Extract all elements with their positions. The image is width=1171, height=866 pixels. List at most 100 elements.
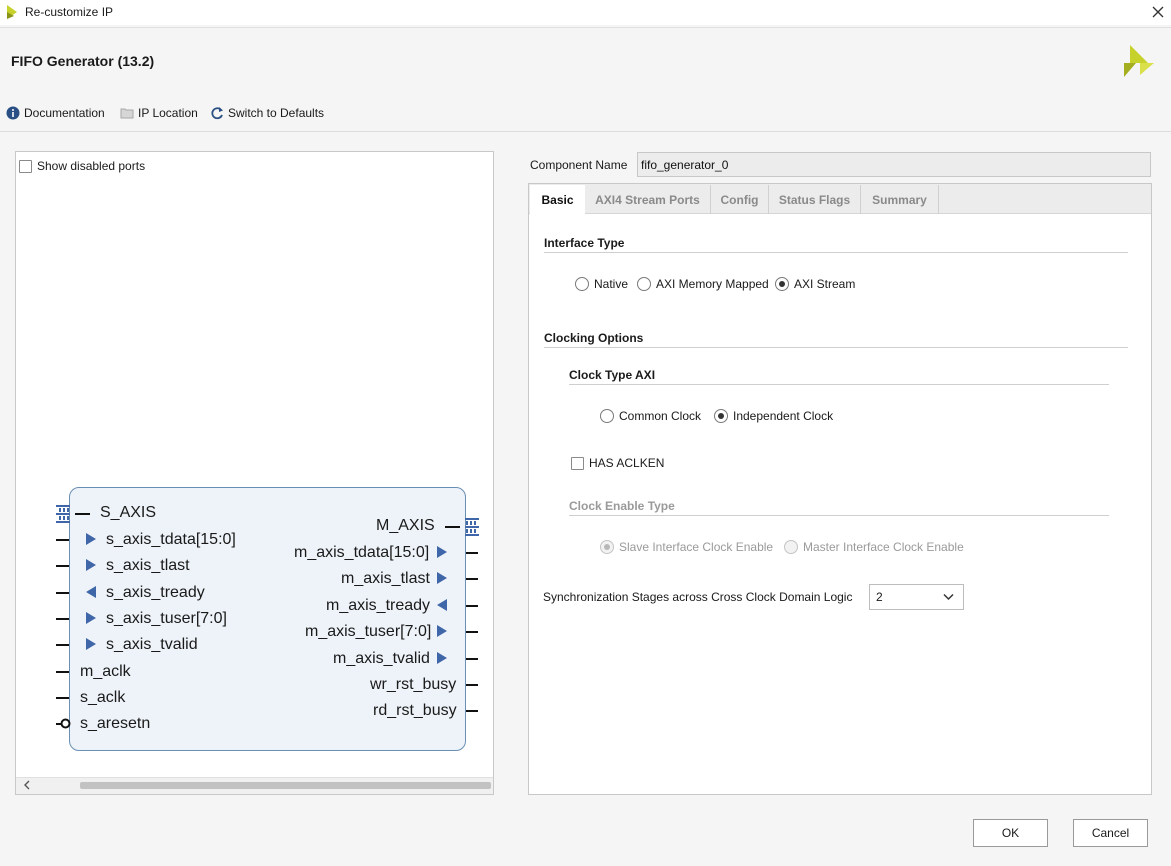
title-bar xyxy=(0,0,1171,25)
input-arrow-icon xyxy=(86,612,96,624)
output-arrow-icon xyxy=(86,586,96,598)
port-pin xyxy=(56,592,69,594)
port-m-axis-tlast: m_axis_tlast xyxy=(341,570,430,587)
port-m-aclk: m_aclk xyxy=(80,663,131,680)
sync-stages-label: Synchronization Stages across Cross Cloc… xyxy=(543,590,853,604)
port-wr-rst-busy: wr_rst_busy xyxy=(370,676,457,693)
port-s-aclk: s_aclk xyxy=(80,689,126,706)
output-arrow-icon xyxy=(437,652,447,664)
tab-axi4-stream-ports[interactable]: AXI4 Stream Ports xyxy=(585,185,711,214)
input-arrow-icon xyxy=(86,638,96,650)
port-pin xyxy=(466,710,478,712)
radio-button-disabled xyxy=(784,540,798,554)
checkbox-box[interactable] xyxy=(571,456,584,470)
scroll-left-icon[interactable] xyxy=(20,778,34,792)
show-disabled-ports-label: Show disabled ports xyxy=(37,159,146,173)
folder-icon xyxy=(120,108,134,119)
radio-independent-clock[interactable]: Independent Clock xyxy=(714,409,833,423)
interface-type-title: Interface Type xyxy=(544,236,625,250)
scrollbar-thumb[interactable] xyxy=(80,782,491,789)
collapse-bus-icon[interactable] xyxy=(75,513,90,515)
port-pin xyxy=(466,684,478,686)
m-axis-bus-label: M_AXIS xyxy=(376,517,435,534)
xilinx-logo-icon xyxy=(1124,45,1154,77)
tab-status-flags[interactable]: Status Flags xyxy=(769,185,861,214)
output-arrow-icon xyxy=(437,546,447,558)
port-pin xyxy=(56,644,69,646)
clock-enable-type-title: Clock Enable Type xyxy=(569,499,675,513)
radio-axi-stream[interactable]: AXI Stream xyxy=(775,277,855,291)
port-pin xyxy=(466,578,478,580)
radio-common-clock[interactable]: Common Clock xyxy=(600,409,701,423)
port-pin xyxy=(56,671,69,673)
bus-interface-icon xyxy=(465,518,479,536)
config-tab-panel xyxy=(528,183,1152,795)
port-pin xyxy=(56,618,69,620)
port-pin xyxy=(56,565,69,567)
radio-master-interface-clock-enable: Master Interface Clock Enable xyxy=(784,540,964,554)
port-pin xyxy=(56,697,69,699)
chevron-down-icon xyxy=(943,593,954,601)
sync-stages-value: 2 xyxy=(876,590,883,604)
port-m-axis-tready: m_axis_tready xyxy=(326,597,431,614)
port-s-axis-tuser: s_axis_tuser[7:0] xyxy=(106,610,227,627)
port-pin xyxy=(466,552,478,554)
radio-button[interactable] xyxy=(637,277,651,291)
info-icon xyxy=(6,106,20,120)
section-divider xyxy=(569,384,1109,385)
section-divider xyxy=(569,515,1109,516)
has-aclken-checkbox[interactable]: HAS ACLKEN xyxy=(571,456,664,470)
radio-common-clock-label: Common Clock xyxy=(619,409,702,423)
app-logo-icon xyxy=(7,5,17,19)
cancel-button[interactable]: Cancel xyxy=(1073,819,1148,847)
tab-basic[interactable]: Basic xyxy=(530,185,585,215)
divider xyxy=(0,27,1171,28)
port-s-axis-tvalid: s_axis_tvalid xyxy=(106,636,198,653)
input-arrow-icon xyxy=(437,599,447,611)
output-arrow-icon xyxy=(437,572,447,584)
bus-interface-icon xyxy=(56,505,70,523)
radio-axi-memory-mapped-label: AXI Memory Mapped xyxy=(656,277,769,291)
radio-button-selected[interactable] xyxy=(714,409,728,423)
collapse-bus-icon[interactable] xyxy=(445,526,460,528)
window-title: Re-customize IP xyxy=(25,5,114,19)
port-pin xyxy=(56,539,69,541)
radio-button[interactable] xyxy=(600,409,614,423)
refresh-icon xyxy=(211,107,223,120)
port-m-axis-tdata: m_axis_tdata[15:0] xyxy=(294,544,430,561)
radio-button-selected[interactable] xyxy=(775,277,789,291)
radio-master-clock-enable-label: Master Interface Clock Enable xyxy=(803,540,964,554)
radio-slave-clock-enable-label: Slave Interface Clock Enable xyxy=(619,540,774,554)
ip-location-button[interactable]: IP Location xyxy=(120,104,198,122)
show-disabled-ports-checkbox[interactable]: Show disabled ports xyxy=(19,159,145,173)
radio-button-disabled-selected xyxy=(600,540,614,554)
radio-axi-stream-label: AXI Stream xyxy=(794,277,856,291)
divider xyxy=(0,131,1171,132)
output-arrow-icon xyxy=(437,625,447,637)
documentation-button[interactable]: Documentation xyxy=(6,104,105,122)
s-axis-bus-label: S_AXIS xyxy=(100,504,157,521)
tab-summary[interactable]: Summary xyxy=(861,185,939,214)
switch-to-defaults-button[interactable]: Switch to Defaults xyxy=(210,104,324,122)
switch-to-defaults-label: Switch to Defaults xyxy=(228,106,325,120)
port-pin xyxy=(466,658,478,660)
sync-stages-dropdown[interactable]: 2 xyxy=(869,584,964,610)
radio-axi-memory-mapped[interactable]: AXI Memory Mapped xyxy=(637,277,769,291)
port-s-axis-tready: s_axis_tready xyxy=(106,584,205,601)
close-icon[interactable] xyxy=(1148,2,1168,22)
component-name-input[interactable] xyxy=(637,152,1151,177)
ok-button[interactable]: OK xyxy=(973,819,1048,847)
checkbox-box[interactable] xyxy=(19,159,32,173)
port-rd-rst-busy: rd_rst_busy xyxy=(373,702,457,719)
radio-native[interactable]: Native xyxy=(575,277,628,291)
section-divider xyxy=(544,252,1128,253)
section-divider xyxy=(544,347,1128,348)
radio-button[interactable] xyxy=(575,277,589,291)
radio-native-label: Native xyxy=(594,277,629,291)
has-aclken-label: HAS ACLKEN xyxy=(589,456,665,470)
radio-independent-clock-label: Independent Clock xyxy=(733,409,834,423)
clock-type-axi-title: Clock Type AXI xyxy=(569,368,656,382)
port-m-axis-tuser: m_axis_tuser[7:0] xyxy=(305,623,432,640)
active-low-bubble-icon xyxy=(60,718,71,729)
tab-config[interactable]: Config xyxy=(711,185,769,214)
